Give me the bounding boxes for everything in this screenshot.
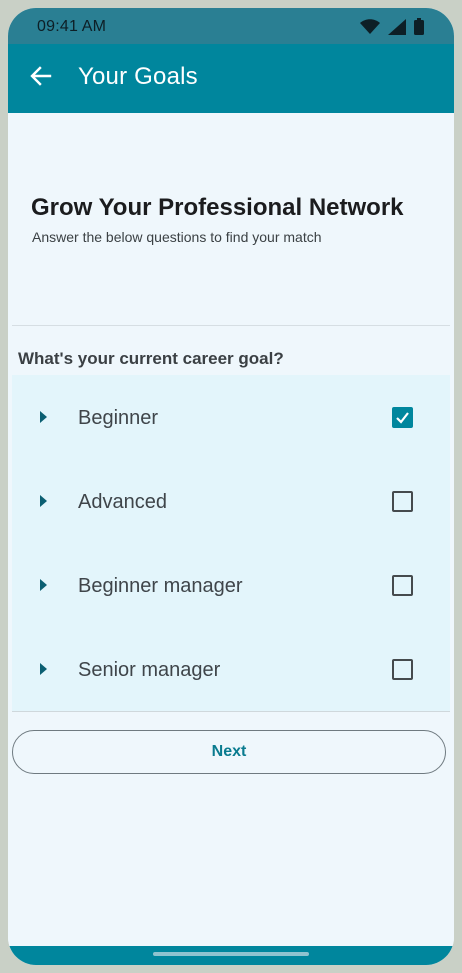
page-subtitle: Answer the below questions to find your … [32,229,322,245]
checkbox[interactable] [392,575,413,596]
back-button[interactable] [26,63,56,93]
app-bar: Your Goals [8,44,454,113]
divider [12,325,450,326]
caret-right-icon [40,495,47,507]
checkbox[interactable] [392,491,413,512]
checkbox[interactable] [392,659,413,680]
signal-icon [388,18,406,40]
page-title: Grow Your Professional Network [31,194,404,221]
option-label: Beginner manager [78,575,243,597]
home-handle[interactable] [153,952,309,956]
status-time: 09:41 AM [37,18,107,35]
main-content: Grow Your Professional Network Answer th… [8,113,454,946]
option-beginner[interactable]: Beginner [12,375,450,459]
option-label: Beginner [78,407,159,429]
caret-right-icon [40,411,47,423]
caret-right-icon [40,579,47,591]
status-bar: 09:41 AM [8,8,454,44]
option-advanced[interactable]: Advanced [12,459,450,543]
caret-right-icon [40,663,47,675]
option-label: Advanced [78,491,167,513]
wifi-icon [360,18,380,40]
next-button[interactable]: Next [12,730,446,774]
option-label: Senior manager [78,659,221,681]
options-list: Beginner Advanced Beginner manager Senio… [12,375,450,712]
navigation-bar [8,946,454,965]
checkbox-checked[interactable] [392,407,413,428]
arrow-left-icon [30,65,52,92]
app-bar-title: Your Goals [78,63,198,90]
option-senior-manager[interactable]: Senior manager [12,627,450,711]
phone-frame: 09:41 AM Your Goals Grow Your Profession… [8,8,454,965]
battery-icon [414,18,424,40]
status-icons [360,18,424,40]
question-label: What's your current career goal? [18,349,284,368]
option-beginner-manager[interactable]: Beginner manager [12,543,450,627]
check-icon [396,412,409,424]
